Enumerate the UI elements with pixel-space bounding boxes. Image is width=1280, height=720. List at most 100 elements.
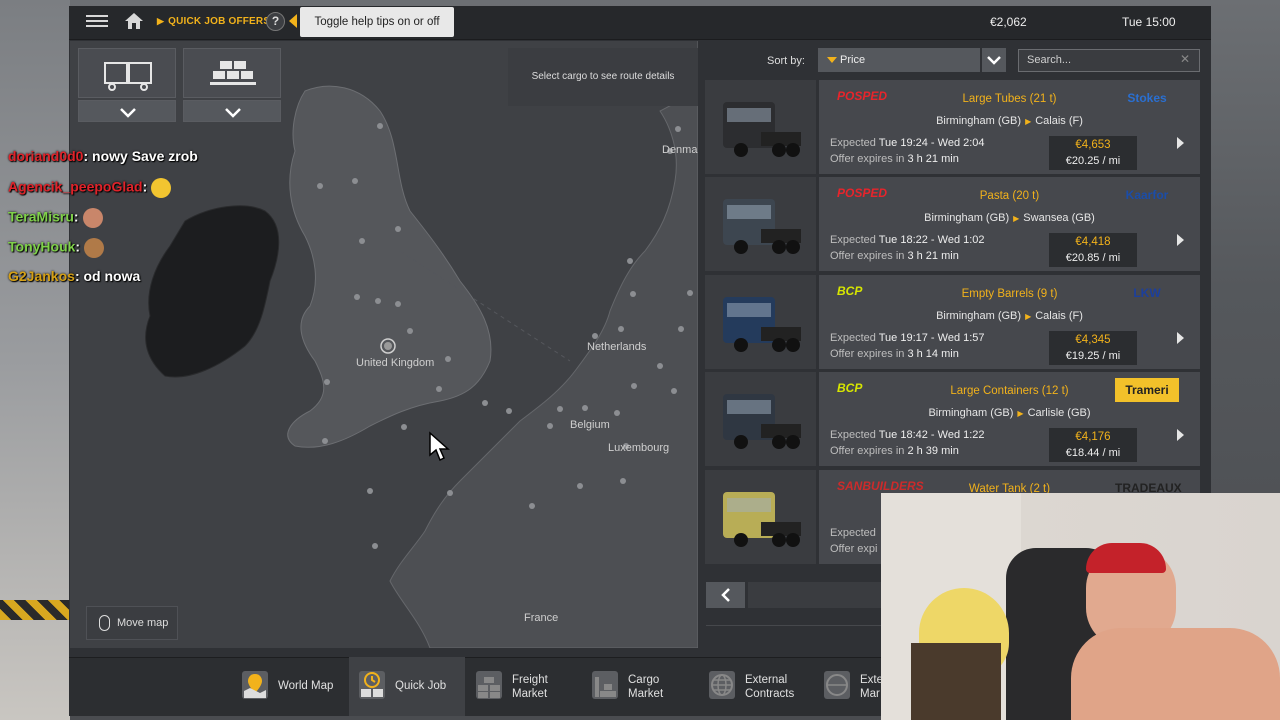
nav-label: Exte Mar — [860, 674, 881, 700]
sort-label: Sort by: — [767, 55, 805, 67]
route-to: Carlisle (GB) — [1027, 407, 1091, 419]
truck-thumbnail — [705, 275, 816, 369]
cargo-filter-dropdown[interactable] — [183, 100, 281, 122]
clear-search-icon[interactable]: ✕ — [1180, 52, 1190, 66]
expires-value: 3 h 14 min — [907, 348, 959, 360]
job-offer[interactable]: BCP Empty Barrels (9 t) LKW Birmingham (… — [705, 275, 1200, 369]
nav-label: Cargo Market — [628, 674, 664, 700]
price-box: €4,418 €20.85 / mi — [1049, 233, 1137, 267]
tooltip-pointer-icon — [289, 14, 297, 28]
route: Birmingham (GB) ▶ Swansea (GB) — [819, 212, 1200, 224]
expected-time: Expected — [830, 527, 876, 539]
search-input[interactable]: Search... — [1018, 49, 1200, 72]
route: Birmingham (GB) ▶ Calais (F) — [819, 310, 1200, 322]
offer-expiry: Offer expi — [830, 543, 878, 555]
route-to: Swansea (GB) — [1023, 212, 1095, 224]
map-label-netherlands: Netherlands — [587, 341, 647, 353]
emote-icon — [82, 208, 103, 228]
route-from: Birmingham (GB) — [924, 212, 1010, 224]
money-balance: €2,062 — [990, 15, 1027, 29]
expected-time: Expected Tue 19:17 - Wed 1:57 — [830, 332, 985, 344]
truck-filter-dropdown[interactable] — [78, 100, 176, 122]
client-logo: Kaarfor — [1125, 188, 1169, 202]
freight-market-icon — [476, 671, 502, 699]
job-offer[interactable]: BCP Large Containers (12 t) Trameri Birm… — [705, 372, 1200, 466]
mouse-cursor-icon — [429, 431, 450, 462]
truck-thumbnail — [705, 80, 816, 174]
help-tooltip: Toggle help tips on or off — [300, 7, 454, 37]
chevron-right-icon[interactable] — [1177, 332, 1184, 344]
expires-label: Offer expires in — [830, 445, 905, 457]
game-screen: ▶ QUICK JOB OFFERS ? Toggle help tips on … — [0, 0, 1280, 720]
expires-value: 2 h 39 min — [907, 445, 959, 457]
chevron-down-icon — [225, 108, 241, 118]
route-arrow-icon: ▶ — [1025, 312, 1032, 321]
expires-label: Offer expires in — [830, 250, 905, 262]
chat-text: : nowy Save zrob — [83, 148, 198, 164]
truck-thumbnail — [705, 177, 816, 271]
chat-username: G2Jankos — [8, 268, 75, 284]
help-toggle-button[interactable]: ? — [266, 12, 285, 31]
world-map[interactable]: United Kingdom Netherlands Belgium Luxem… — [70, 41, 698, 648]
chat-username: TonyHouk — [8, 238, 76, 255]
chevron-right-icon[interactable] — [1177, 137, 1184, 149]
nav-label: World Map — [278, 680, 334, 692]
truck-icon — [104, 62, 152, 91]
expires-value: 3 h 21 min — [907, 153, 959, 165]
chat-username: TeraMisru — [8, 208, 74, 225]
chat-message: TeraMisru: — [8, 208, 103, 228]
price-per-mile: €20.25 / mi — [1065, 155, 1121, 167]
previous-page-button[interactable] — [706, 582, 745, 608]
price-per-mile: €19.25 / mi — [1065, 350, 1121, 362]
nav-freight-market[interactable]: Freight Market — [466, 657, 576, 716]
chevron-right-icon[interactable] — [1177, 234, 1184, 246]
nav-cargo-market[interactable]: Cargo Market — [582, 657, 692, 716]
price-box: €4,345 €19.25 / mi — [1049, 331, 1137, 365]
offer-expiry: Offer expires in 3 h 21 min — [830, 153, 959, 165]
expected-label: Expected — [830, 527, 876, 539]
nav-quick-job[interactable]: Quick Job — [349, 657, 465, 716]
offer-card[interactable]: POSPED Large Tubes (21 t) Stokes Birming… — [819, 80, 1200, 174]
route-arrow-icon: ▶ — [1013, 214, 1020, 223]
mouse-icon — [99, 615, 110, 631]
route-arrow-icon: ▶ — [1025, 117, 1032, 126]
offer-card[interactable]: BCP Empty Barrels (9 t) LKW Birmingham (… — [819, 275, 1200, 369]
chat-text: : — [142, 178, 148, 195]
nav-label: External Contracts — [745, 674, 795, 700]
chat-username: Agencik_peepoGlad — [8, 178, 143, 195]
expires-label: Offer expi — [830, 543, 878, 555]
expected-value: Tue 19:24 - Wed 2:04 — [878, 137, 985, 149]
offer-card[interactable]: POSPED Pasta (20 t) Kaarfor Birmingham (… — [819, 177, 1200, 271]
route: Birmingham (GB) ▶ Calais (F) — [819, 115, 1200, 127]
route-hint: Select cargo to see route details — [508, 48, 698, 106]
route-from: Birmingham (GB) — [936, 115, 1022, 127]
truck-filter-button[interactable] — [78, 48, 176, 98]
breadcrumb-arrow-icon: ▶ — [157, 16, 165, 26]
nav-world-map[interactable]: World Map — [232, 657, 342, 716]
menu-icon[interactable] — [86, 12, 108, 30]
job-offer[interactable]: POSPED Pasta (20 t) Kaarfor Birmingham (… — [705, 177, 1200, 271]
route: Birmingham (GB) ▶ Carlisle (GB) — [819, 407, 1200, 419]
expires-value: 3 h 21 min — [907, 250, 959, 262]
offer-price: €4,345 — [1075, 334, 1111, 346]
map-label-france: France — [524, 612, 559, 624]
map-label-luxembourg: Luxembourg — [608, 442, 670, 454]
offer-card[interactable]: BCP Large Containers (12 t) Trameri Birm… — [819, 372, 1200, 466]
emote-icon — [151, 178, 172, 198]
sort-select[interactable]: Price — [818, 48, 980, 72]
nav-label: Quick Job — [395, 680, 447, 692]
chevron-down-icon — [120, 108, 136, 118]
nav-external-contracts[interactable]: External Contracts — [699, 657, 817, 716]
chevron-right-icon[interactable] — [1177, 429, 1184, 441]
truck-thumbnail — [705, 470, 816, 564]
sort-dropdown-button[interactable] — [982, 48, 1006, 72]
expected-label: Expected — [830, 429, 876, 441]
home-icon[interactable] — [124, 12, 144, 30]
route-to: Calais (F) — [1035, 310, 1083, 322]
map-label-uk: United Kingdom — [356, 357, 435, 369]
nav-external-market[interactable]: Exte Mar — [814, 657, 881, 716]
breadcrumb[interactable]: ▶ QUICK JOB OFFERS — [157, 16, 270, 27]
job-offer[interactable]: POSPED Large Tubes (21 t) Stokes Birming… — [705, 80, 1200, 174]
cargo-filter-button[interactable] — [183, 48, 281, 98]
expected-label: Expected — [830, 137, 876, 149]
